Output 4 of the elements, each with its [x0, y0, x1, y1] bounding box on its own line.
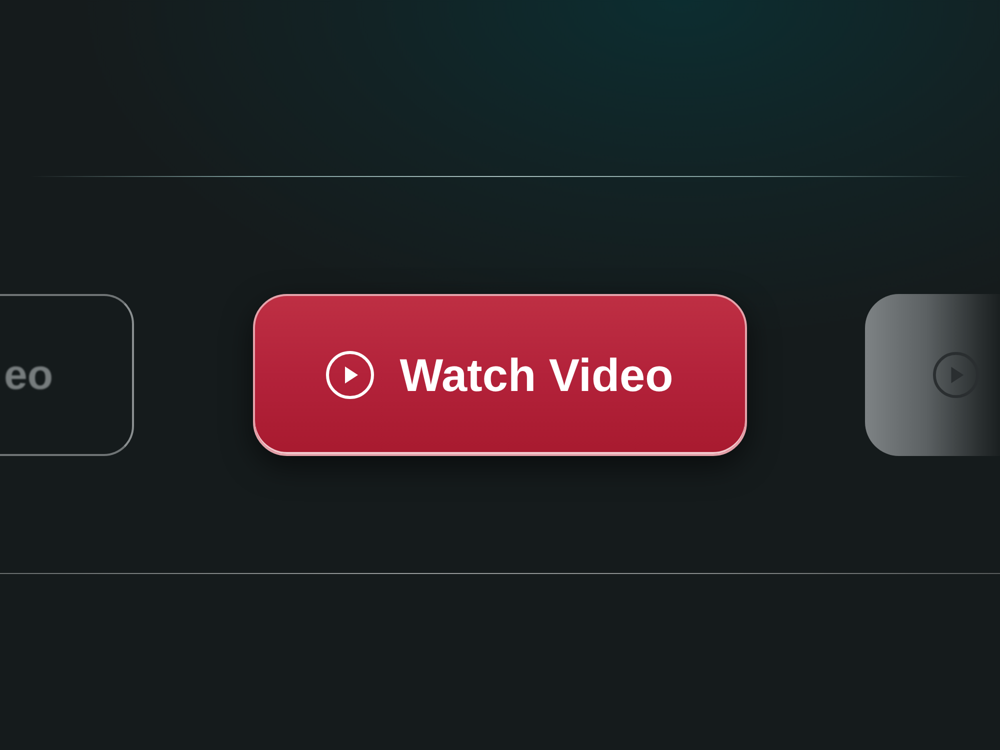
video-button[interactable]	[865, 294, 1000, 456]
watch-video-button[interactable]: Watch Video	[252, 294, 746, 456]
play-icon	[326, 351, 374, 399]
video-button[interactable]: eo	[0, 294, 134, 456]
